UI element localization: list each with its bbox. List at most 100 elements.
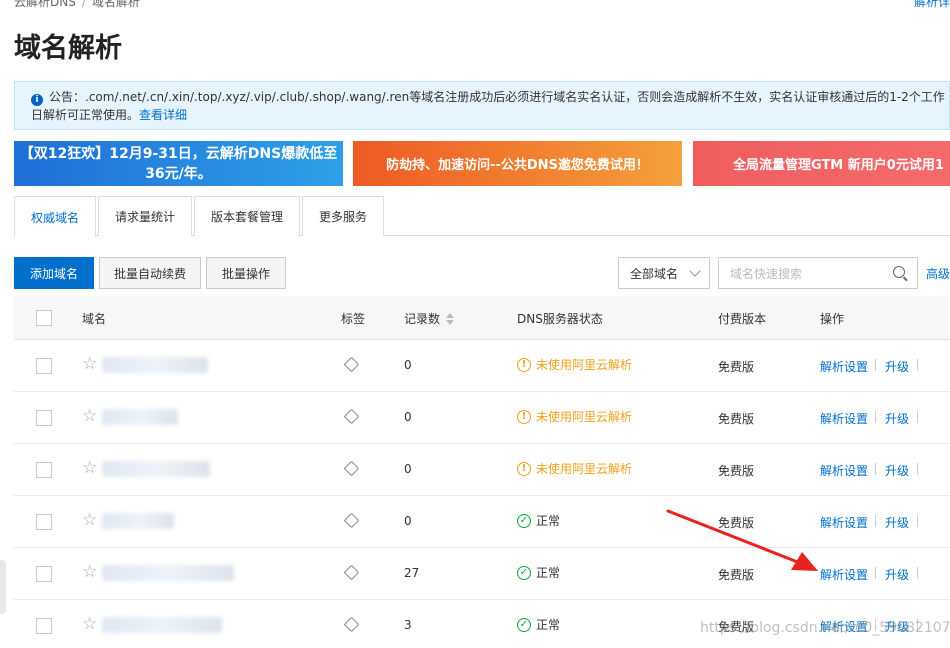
dns-status-text: 正常 xyxy=(536,618,561,632)
tag-icon[interactable] xyxy=(343,512,360,529)
table-row: ☆ 0 ! 未使用阿里云解析 免费版 解析设置 升级 xyxy=(14,392,950,444)
star-icon[interactable]: ☆ xyxy=(82,512,97,529)
divider xyxy=(917,515,918,527)
watermark: https://blog.csdn.net/m0_59082107 xyxy=(700,620,950,636)
search-placeholder: 域名快速搜索 xyxy=(730,266,803,281)
dns-settings-link[interactable]: 解析设置 xyxy=(820,462,868,479)
divider xyxy=(917,567,918,579)
divider xyxy=(917,463,918,475)
upgrade-link[interactable]: 升级 xyxy=(885,462,909,479)
row-checkbox[interactable] xyxy=(36,566,52,582)
record-count: 0 xyxy=(404,410,412,424)
tab-more-services[interactable]: 更多服务 xyxy=(302,196,385,236)
upgrade-link[interactable]: 升级 xyxy=(885,358,909,375)
announcement-notice: i 公告：.com/.net/.cn/.xin/.top/.xyz/.vip/.c… xyxy=(14,81,950,130)
divider xyxy=(875,515,876,527)
batch-auto-renew-button[interactable]: 批量自动续费 xyxy=(99,257,201,289)
warning-icon: ! xyxy=(517,409,531,424)
record-count: 27 xyxy=(404,566,420,580)
divider xyxy=(875,463,876,475)
page-title: 域名解析 xyxy=(14,33,122,64)
divider xyxy=(875,411,876,423)
divider xyxy=(875,567,876,579)
redacted-domain[interactable] xyxy=(102,617,222,633)
tag-icon[interactable] xyxy=(343,408,360,425)
tag-icon[interactable] xyxy=(343,616,360,633)
breadcrumb: 云解析DNS / 域名解析 xyxy=(14,0,140,10)
dns-status: ! 未使用阿里云解析 xyxy=(517,356,632,373)
row-checkbox[interactable] xyxy=(36,358,52,374)
breadcrumb-separator: / xyxy=(81,0,86,9)
search-icon[interactable] xyxy=(893,266,905,278)
check-icon: ✓ xyxy=(517,513,531,528)
edition: 免费版 xyxy=(718,360,755,374)
tag-icon[interactable] xyxy=(343,356,360,373)
promo-banner-gtm[interactable]: 全局流量管理GTM 新用户0元试用1 xyxy=(693,141,950,186)
side-drawer-handle[interactable] xyxy=(0,560,6,614)
chevron-down-icon xyxy=(689,265,701,277)
row-checkbox[interactable] xyxy=(36,514,52,530)
info-icon: i xyxy=(31,94,43,106)
add-domain-button[interactable]: 添加域名 xyxy=(14,257,94,289)
sort-icon[interactable] xyxy=(446,313,455,325)
record-count: 0 xyxy=(404,514,412,528)
dns-status: ! 未使用阿里云解析 xyxy=(517,408,632,425)
check-icon: ✓ xyxy=(517,617,531,632)
advanced-search-link[interactable]: 高级 xyxy=(926,265,950,282)
domain-search-input[interactable]: 域名快速搜索 xyxy=(718,257,918,289)
dns-settings-link[interactable]: 解析设置 xyxy=(820,410,868,427)
tab-request-stats[interactable]: 请求量统计 xyxy=(98,196,193,236)
star-icon[interactable]: ☆ xyxy=(82,616,97,633)
divider xyxy=(917,411,918,423)
breadcrumb-root[interactable]: 云解析DNS xyxy=(14,0,76,9)
star-icon[interactable]: ☆ xyxy=(82,356,97,373)
star-icon[interactable]: ☆ xyxy=(82,564,97,581)
notice-detail-link[interactable]: 查看详细 xyxy=(139,108,187,122)
redacted-domain[interactable] xyxy=(102,565,234,581)
dns-status: ! 未使用阿里云解析 xyxy=(517,460,632,477)
dns-status-text: 未使用阿里云解析 xyxy=(536,462,633,476)
row-checkbox[interactable] xyxy=(36,462,52,478)
redacted-domain[interactable] xyxy=(102,357,208,373)
warning-icon: ! xyxy=(517,461,531,476)
upgrade-link[interactable]: 升级 xyxy=(885,514,909,531)
dns-status-text: 未使用阿里云解析 xyxy=(536,358,633,372)
header-records-label: 记录数 xyxy=(404,312,441,326)
tab-package-management[interactable]: 版本套餐管理 xyxy=(194,196,301,236)
row-checkbox[interactable] xyxy=(36,618,52,634)
redacted-domain[interactable] xyxy=(102,461,210,477)
tag-icon[interactable] xyxy=(343,460,360,477)
upgrade-link[interactable]: 升级 xyxy=(885,566,909,583)
domain-filter-value: 全部域名 xyxy=(630,266,679,281)
divider xyxy=(917,359,918,371)
domain-filter-select[interactable]: 全部域名 xyxy=(618,257,710,289)
top-right-help-link[interactable]: 解析详 xyxy=(914,0,950,10)
row-checkbox[interactable] xyxy=(36,410,52,426)
dns-status: ✓ 正常 xyxy=(517,564,560,581)
record-count: 0 xyxy=(404,462,412,476)
redacted-domain[interactable] xyxy=(102,513,174,529)
header-tag: 标签 xyxy=(341,312,366,326)
table-row: ☆ 0 ! 未使用阿里云解析 免费版 解析设置 升级 xyxy=(14,340,950,392)
promo-banner-dns[interactable]: 【双12狂欢】12月9-31日，云解析DNS爆款低至36元/年。 xyxy=(14,141,343,186)
select-all-checkbox[interactable] xyxy=(36,310,52,326)
tab-authoritative-domains[interactable]: 权威域名 xyxy=(14,196,97,237)
dns-status: ✓ 正常 xyxy=(517,616,560,633)
warning-icon: ! xyxy=(517,357,531,372)
tag-icon[interactable] xyxy=(343,564,360,581)
redacted-domain[interactable] xyxy=(102,409,178,425)
upgrade-link[interactable]: 升级 xyxy=(885,410,909,427)
breadcrumb-current: 域名解析 xyxy=(91,0,140,9)
table-row: ☆ 0 ! 未使用阿里云解析 免费版 解析设置 升级 xyxy=(14,444,950,496)
batch-operation-button[interactable]: 批量操作 xyxy=(206,257,286,289)
dns-status: ✓ 正常 xyxy=(517,512,560,529)
divider xyxy=(875,359,876,371)
star-icon[interactable]: ☆ xyxy=(82,408,97,425)
dns-status-text: 正常 xyxy=(536,514,561,528)
dns-settings-link[interactable]: 解析设置 xyxy=(820,358,868,375)
promo-banner-public-dns[interactable]: 防劫持、加速访问--公共DNS邀您免费试用！ xyxy=(353,141,682,186)
edition: 免费版 xyxy=(718,464,755,478)
header-records[interactable]: 记录数 xyxy=(404,310,455,327)
tab-bar: 权威域名 请求量统计 版本套餐管理 更多服务 xyxy=(14,196,950,237)
star-icon[interactable]: ☆ xyxy=(82,460,97,477)
